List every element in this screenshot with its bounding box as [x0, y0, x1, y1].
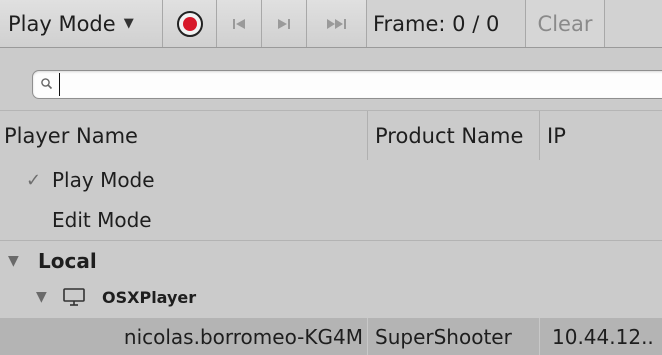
device-group-osxplayer[interactable]: ▼ OSXPlayer	[0, 277, 662, 317]
clear-button[interactable]: Clear	[526, 0, 605, 47]
search-icon	[41, 78, 53, 90]
record-button[interactable]	[163, 0, 217, 47]
last-frame-button[interactable]	[307, 0, 367, 47]
monitor-icon	[63, 288, 85, 306]
last-frame-icon	[326, 18, 346, 29]
column-player-name-label: Player Name	[4, 123, 138, 148]
device-group-label: OSXPlayer	[102, 287, 197, 307]
play-mode-item[interactable]: ✓ Play Mode	[0, 160, 662, 200]
next-frame-button[interactable]	[262, 0, 307, 47]
search-input[interactable]	[59, 73, 659, 96]
play-mode-dropdown-label: Play Mode	[8, 11, 116, 36]
ip-cell: 10.44.12..	[540, 318, 662, 355]
checkmark-icon: ✓	[26, 169, 42, 191]
player-name: nicolas.borromeo-KG4M	[123, 324, 363, 349]
previous-frame-icon	[233, 18, 245, 29]
expand-triangle-icon[interactable]: ▼	[36, 289, 47, 305]
column-ip-label: IP	[547, 123, 566, 148]
dropdown-caret-icon: ▼	[123, 16, 134, 31]
column-header: Player Name Product Name IP	[0, 110, 662, 160]
ip-address: 10.44.12..	[552, 324, 654, 349]
player-name-cell: nicolas.borromeo-KG4M	[0, 318, 368, 355]
connections-window: Play Mode ▼ Frame: 0 / 0 Clear Player Na…	[0, 0, 662, 355]
column-ip[interactable]: IP	[540, 111, 662, 160]
toolbar: Play Mode ▼ Frame: 0 / 0 Clear	[0, 0, 662, 48]
search-field[interactable]	[32, 70, 662, 99]
next-frame-icon	[278, 18, 290, 29]
frame-counter-label: Frame: 0 / 0	[373, 11, 500, 36]
search-row	[0, 48, 662, 110]
play-mode-dropdown[interactable]: Play Mode ▼	[0, 0, 163, 47]
column-product-name[interactable]: Product Name	[368, 111, 540, 160]
edit-mode-item[interactable]: Edit Mode	[0, 200, 662, 240]
toolbar-spacer	[605, 0, 662, 47]
column-product-name-label: Product Name	[375, 123, 524, 148]
clear-button-label: Clear	[537, 11, 593, 36]
play-mode-item-label: Play Mode	[52, 168, 155, 192]
column-player-name[interactable]: Player Name	[0, 111, 368, 160]
player-row[interactable]: nicolas.borromeo-KG4M SuperShooter 10.44…	[0, 318, 662, 355]
product-name: SuperShooter	[375, 324, 512, 349]
expand-triangle-icon[interactable]: ▼	[8, 253, 19, 269]
previous-frame-button[interactable]	[217, 0, 262, 47]
edit-mode-item-label: Edit Mode	[52, 208, 152, 232]
local-group-label: Local	[38, 248, 97, 273]
frame-counter: Frame: 0 / 0	[367, 0, 526, 47]
record-icon	[176, 10, 203, 37]
local-group[interactable]: ▼ Local	[0, 240, 662, 280]
product-name-cell: SuperShooter	[368, 318, 540, 355]
